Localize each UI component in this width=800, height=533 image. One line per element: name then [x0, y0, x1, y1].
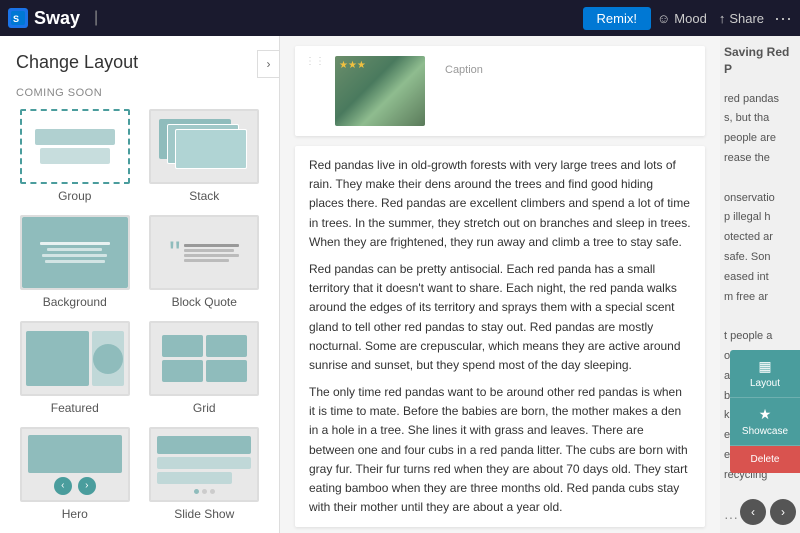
share-icon: ↑ [719, 11, 726, 26]
mood-button[interactable]: ☺ Mood [657, 11, 707, 26]
layout-thumb-stack [149, 109, 259, 184]
more-button[interactable]: ··· [774, 8, 792, 29]
text-para3: The only time red pandas want to be arou… [309, 383, 691, 517]
layout-item-stack[interactable]: Stack [146, 109, 264, 203]
showcase-action-button[interactable]: ★ Showcase [730, 398, 800, 446]
layout-blockquote-label: Block Quote [172, 295, 237, 309]
app-name: Sway [34, 8, 80, 29]
card-1: ⋮⋮ ★★★ Caption [295, 46, 705, 136]
showcase-action-label: Showcase [742, 426, 788, 437]
topbar-divider: | [94, 9, 98, 27]
share-button[interactable]: ↑ Share [719, 11, 764, 26]
layout-item-hero[interactable]: ‹ › Hero [16, 427, 134, 521]
card-1-caption-label: Caption [445, 64, 483, 76]
layout-item-group[interactable]: Group [16, 109, 134, 203]
more-dots-bottom[interactable]: ··· [724, 509, 738, 525]
layout-stack-label: Stack [189, 189, 219, 203]
card-1-image: ★★★ [335, 56, 425, 126]
delete-action-button[interactable]: Delete [730, 446, 800, 473]
layout-slideshow-label: Slide Show [174, 507, 234, 521]
card-text-content: Red pandas live in old-growth forests wi… [295, 146, 705, 527]
hero-left-arrow: ‹ [54, 477, 72, 495]
layout-group-label: Group [58, 189, 91, 203]
card-main-text: Red pandas live in old-growth forests wi… [295, 146, 705, 527]
topbar: S Sway | Remix! ☺ Mood ↑ Share ··· [0, 0, 800, 36]
nav-arrows: ‹ › [740, 499, 796, 525]
card-1-media-row: ⋮⋮ ★★★ Caption [295, 46, 705, 136]
prev-arrow[interactable]: ‹ [740, 499, 766, 525]
layout-featured-label: Featured [51, 401, 99, 415]
text-para1: Red pandas live in old-growth forests wi… [309, 156, 691, 252]
layout-hero-label: Hero [62, 507, 88, 521]
layout-action-icon: ▦ [758, 358, 771, 375]
layout-thumb-blockquote: " [149, 215, 259, 290]
content-scroll[interactable]: ⋮⋮ ★★★ Caption Red pandas live in old-gr… [280, 36, 720, 533]
showcase-action-icon: ★ [759, 406, 772, 423]
layout-grid-label: Grid [193, 401, 216, 415]
card-1-stars: ★★★ [339, 60, 366, 71]
hero-right-arrow: › [78, 477, 96, 495]
layout-thumb-slideshow [149, 427, 259, 502]
layout-item-featured[interactable]: Featured [16, 321, 134, 415]
layout-item-blockquote[interactable]: " Block Quote [146, 215, 264, 309]
layout-grid: Group Stack [16, 109, 263, 521]
panel-title: Change Layout [16, 52, 263, 73]
main-container: Change Layout › Coming Soon Group [0, 36, 800, 533]
sway-icon: S [8, 8, 28, 28]
layout-item-background[interactable]: Background [16, 215, 134, 309]
layout-item-slideshow[interactable]: Slide Show [146, 427, 264, 521]
mood-icon: ☺ [657, 11, 670, 26]
drag-handle-1[interactable]: ⋮⋮ [305, 56, 325, 67]
remix-button[interactable]: Remix! [583, 7, 651, 30]
change-layout-panel: Change Layout › Coming Soon Group [0, 36, 280, 533]
layout-action-button[interactable]: ▦ Layout [730, 350, 800, 398]
app-logo: S Sway [8, 8, 80, 29]
layout-action-label: Layout [750, 378, 780, 389]
card-1-caption-area: Caption [435, 56, 493, 87]
far-right-sidebar: Saving Red P red pandas s, but tha peopl… [720, 36, 800, 533]
layout-thumb-group [20, 109, 130, 184]
layout-background-label: Background [43, 295, 107, 309]
action-panel: ▦ Layout ★ Showcase Delete [730, 350, 800, 473]
right-area: ⋮⋮ ★★★ Caption Red pandas live in old-gr… [280, 36, 800, 533]
collapse-button[interactable]: › [257, 50, 279, 78]
coming-soon-label: Coming Soon [16, 87, 263, 99]
layout-thumb-featured [20, 321, 130, 396]
layout-thumb-hero: ‹ › [20, 427, 130, 502]
layout-thumb-grid [149, 321, 259, 396]
delete-action-label: Delete [751, 454, 780, 465]
layout-item-grid[interactable]: Grid [146, 321, 264, 415]
far-right-heading: Saving Red P [724, 44, 796, 78]
next-arrow[interactable]: › [770, 499, 796, 525]
layout-thumb-background [20, 215, 130, 290]
text-para2: Red pandas can be pretty antisocial. Eac… [309, 260, 691, 375]
svg-text:S: S [13, 14, 19, 24]
